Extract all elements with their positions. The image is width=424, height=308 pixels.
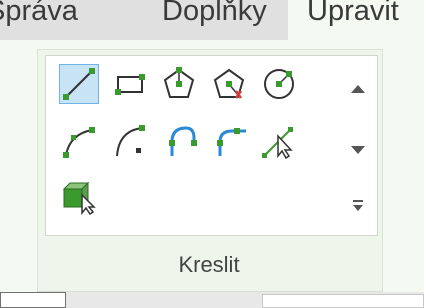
panel-title: Kreslit [178,252,240,277]
gallery-expand-button[interactable] [341,185,374,227]
fillet-arc-tool-button[interactable] [209,121,249,161]
start-end-radius-arc-tool-button[interactable] [59,121,99,161]
tab-sprava[interactable]: Správa [0,0,142,40]
inscribed-polygon-tool-button[interactable] [159,64,199,104]
status-field-right[interactable] [262,294,424,308]
triangle-down-icon [350,146,365,154]
line-icon [63,68,95,100]
tangent-end-arc-icon [169,126,197,156]
rectangle-icon [115,74,145,95]
gallery-expand-icon [352,200,363,211]
tab-doplnky[interactable]: Doplňky [142,0,288,40]
circumscribed-polygon-icon [213,68,245,99]
gallery-scroll-down-button[interactable] [341,122,374,178]
circle-tool-button[interactable] [259,64,299,104]
line-tool-button[interactable] [59,64,99,104]
circumscribed-polygon-tool-button[interactable] [209,64,249,104]
triangle-up-icon [350,85,365,93]
start-end-radius-arc-icon [63,127,95,158]
circle-icon [264,69,294,99]
fillet-arc-icon [217,128,246,156]
spline-icon [262,127,293,160]
pick-lines-icon [62,181,96,215]
center-ends-arc-tool-button[interactable] [110,121,150,161]
pick-lines-tool-button[interactable] [59,176,99,216]
rectangle-tool-button[interactable] [110,64,150,104]
tangent-end-arc-tool-button[interactable] [159,121,199,161]
tab-upravit[interactable]: Upravit [288,0,424,40]
status-field[interactable] [0,292,66,308]
inscribed-polygon-icon [163,67,195,98]
center-ends-arc-icon [116,125,145,157]
gallery-scroll-up-button[interactable] [341,63,374,115]
spline-tool-button[interactable] [259,121,299,161]
